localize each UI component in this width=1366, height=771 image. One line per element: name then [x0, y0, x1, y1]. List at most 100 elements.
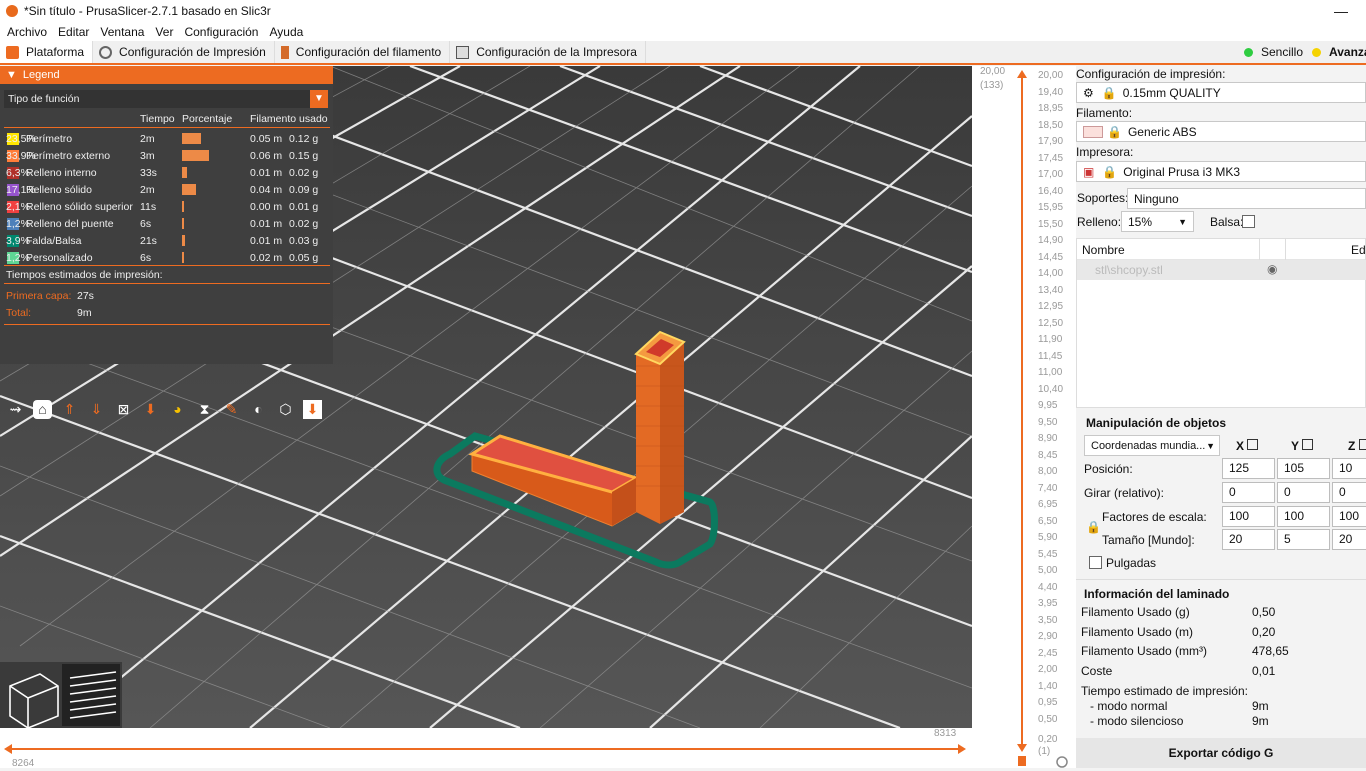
legend-filament-m: 0.04 m — [250, 183, 283, 196]
object-list-row[interactable]: stl\shcopy.stl ◉ — [1077, 260, 1366, 280]
layer-height-label: 11,90 — [1038, 334, 1063, 345]
printer-icon: ▣ — [1083, 164, 1095, 179]
layer-height-label: 8,00 — [1038, 466, 1058, 477]
tool-marker-icon[interactable]: ⬇ — [303, 400, 322, 419]
legend-filament-g: 0.05 g — [289, 251, 319, 264]
legend-divider — [4, 265, 330, 266]
layer-height-label: 2,00 — [1038, 664, 1058, 675]
legend-header[interactable]: ▼ Legend — [0, 66, 333, 84]
mode-advanced-button[interactable]: Avanza — [1312, 41, 1366, 63]
info-value: 0,50 — [1252, 605, 1276, 619]
rotate-y-input[interactable]: 0 — [1277, 482, 1330, 503]
size-z-input[interactable]: 20 — [1332, 529, 1366, 550]
legend-divider — [4, 127, 330, 128]
drop-to-bed-icon[interactable] — [1302, 439, 1313, 450]
legend-filament-m: 0.00 m — [250, 200, 283, 213]
chevron-down-icon: ▼ — [310, 90, 328, 108]
seams-icon[interactable]: ⊠ — [114, 400, 133, 419]
pause-icon[interactable]: ⧗ — [195, 400, 214, 419]
tab-bar: Plataforma Configuración de Impresión Co… — [0, 41, 1366, 65]
drop-to-bed-icon[interactable] — [1359, 439, 1366, 450]
menu-configuracion[interactable]: Configuración — [184, 25, 258, 39]
first-layer-value: 27s — [77, 289, 94, 302]
eye-icon[interactable]: ◉ — [1267, 262, 1277, 276]
layer-height-label: 5,00 — [1038, 565, 1058, 576]
position-x-input[interactable]: 125 — [1222, 458, 1275, 479]
printer-preset-select[interactable]: ▣ 🔒 Original Prusa i3 MK3 — [1076, 161, 1366, 182]
legend-filament-g: 0.02 g — [289, 166, 319, 179]
filament-preset-select[interactable]: 🔒 Generic ABS — [1076, 121, 1366, 142]
legend-filament-g: 0.12 g — [289, 132, 319, 145]
inches-checkbox[interactable] — [1089, 556, 1102, 569]
rotate-z-input[interactable]: 0 — [1332, 482, 1366, 503]
layer-height-label: 7,40 — [1038, 482, 1058, 494]
export-gcode-button[interactable]: Exportar código G — [1076, 738, 1366, 768]
print-preset-select[interactable]: ⚙ 🔒 0.15mm QUALITY — [1076, 82, 1366, 103]
est-times-title: Tiempos estimados de impresión: — [6, 268, 163, 281]
silent-mode-label: - modo silencioso — [1090, 714, 1184, 728]
minimize-button[interactable]: — — [1334, 3, 1348, 19]
menu-archivo[interactable]: Archivo — [7, 25, 47, 39]
size-y-input[interactable]: 5 — [1277, 529, 1330, 550]
layer-height-label: 8,45 — [1038, 449, 1058, 461]
menu-ayuda[interactable]: Ayuda — [269, 25, 303, 39]
first-layer-label: Primera capa: — [6, 289, 72, 302]
center-of-gravity-icon[interactable]: ◐ — [249, 400, 268, 419]
vertical-layer-slider[interactable]: 20,00 (133) 20,00 19,40 18,95 18,50 17,90 17,… — [972, 66, 1076, 768]
v-slider-top-value: 20,00 — [980, 66, 1006, 77]
scale-x-input[interactable]: 100 — [1222, 506, 1275, 527]
brim-label: Balsa: — [1210, 215, 1244, 229]
tab-printer-settings[interactable]: Configuración de la Impresora — [450, 41, 646, 63]
layer-height-label: 2,90 — [1038, 631, 1058, 642]
tab-plataforma[interactable]: Plataforma — [0, 41, 94, 63]
coordinates-select[interactable]: Coordenadas mundia... ▼ — [1084, 435, 1220, 456]
layer-height-label: 6,95 — [1038, 499, 1058, 510]
menu-ventana[interactable]: Ventana — [100, 25, 144, 39]
col-edit: Edi — [1351, 243, 1366, 257]
slice-info-title: Información del laminado — [1084, 587, 1230, 601]
wipe-icon[interactable]: ⌂ — [33, 400, 52, 419]
printer-icon — [456, 45, 470, 59]
spool-icon — [280, 45, 289, 59]
axis-z-label: Z — [1348, 439, 1356, 453]
tab-filament-settings[interactable]: Configuración del filamento — [275, 41, 451, 63]
scale-z-input[interactable]: 100 — [1332, 506, 1366, 527]
menu-ver[interactable]: Ver — [155, 25, 173, 39]
gear-icon: ⚙ — [1083, 85, 1094, 100]
lock-icon[interactable]: 🔒 — [1086, 520, 1101, 534]
rotate-label: Girar (relativo): — [1084, 486, 1165, 500]
scale-y-input[interactable]: 100 — [1277, 506, 1330, 527]
travel-icon[interactable]: ⇝ — [6, 400, 25, 419]
view-type-select[interactable]: Tipo de función ▼ — [4, 90, 328, 108]
legend-percent: 23,5% — [6, 132, 36, 145]
brim-checkbox[interactable] — [1242, 215, 1255, 228]
mode-simple-button[interactable]: Sencillo — [1244, 41, 1303, 63]
deretractions-icon[interactable]: ⇓ — [87, 400, 106, 419]
feature-toggle-row: ⇝ ⌂ ⇑ ⇓ ⊠ ⬇ ◕ ⧗ ✎ ◐ ⬡ ⬇ — [6, 400, 330, 419]
legend-filament-g: 0.09 g — [289, 183, 319, 196]
layer-height-label: 5,90 — [1038, 532, 1058, 543]
chevron-down-icon: ▼ — [1178, 216, 1187, 227]
tool-change-icon[interactable]: ⬇ — [141, 400, 160, 419]
size-x-input[interactable]: 20 — [1222, 529, 1275, 550]
infill-select[interactable]: 15% ▼ — [1121, 211, 1194, 232]
layer-height-label: 1,40 — [1038, 680, 1058, 692]
supports-select[interactable]: Ninguno — [1127, 188, 1366, 209]
rotate-x-input[interactable]: 0 — [1222, 482, 1275, 503]
position-z-input[interactable]: 10 — [1332, 458, 1366, 479]
horizontal-slider[interactable]: 8264 8313 — [0, 728, 972, 769]
layer-height-label: 0,95 — [1038, 697, 1058, 708]
tab-print-settings[interactable]: Configuración de Impresión — [93, 41, 275, 63]
shells-icon[interactable]: ⬡ — [276, 400, 295, 419]
retractions-icon[interactable]: ⇑ — [60, 400, 79, 419]
layer-height-label: 13,40 — [1038, 284, 1064, 296]
axis-x-label: X — [1236, 439, 1245, 453]
view-toggle[interactable] — [0, 662, 122, 728]
legend-filament-m: 0.01 m — [250, 166, 283, 179]
menu-editar[interactable]: Editar — [58, 25, 89, 39]
custom-gcode-icon[interactable]: ✎ — [222, 400, 241, 419]
layer-height-label: 12,50 — [1038, 317, 1064, 329]
drop-to-bed-icon[interactable] — [1247, 439, 1258, 450]
color-change-icon[interactable]: ◕ — [168, 400, 187, 419]
position-y-input[interactable]: 105 — [1277, 458, 1330, 479]
